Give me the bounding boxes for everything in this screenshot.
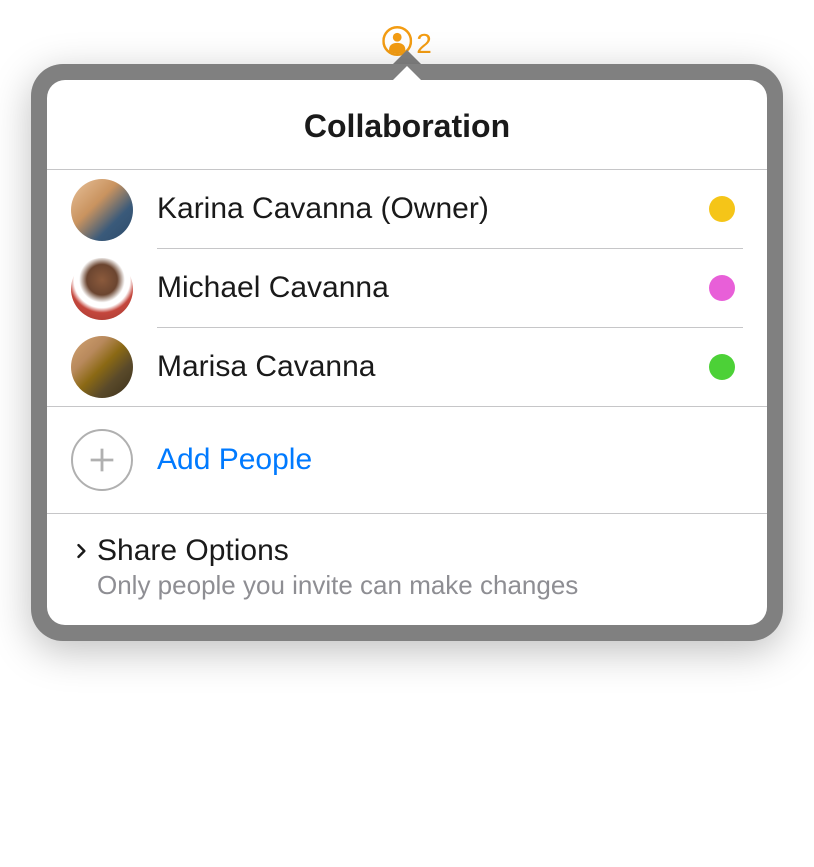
avatar (71, 179, 133, 241)
avatar (71, 336, 133, 398)
add-people-button[interactable]: Add People (47, 406, 767, 514)
participant-row[interactable]: Michael Cavanna (71, 249, 743, 328)
share-options-button[interactable]: Share Options Only people you invite can… (47, 514, 767, 625)
avatar (71, 258, 133, 320)
popover-frame: Collaboration Karina Cavanna (Owner) Mic… (31, 64, 783, 641)
add-people-label: Add People (157, 443, 312, 477)
participant-name: Marisa Cavanna (157, 350, 375, 384)
popover-title: Collaboration (47, 80, 767, 170)
participant-row[interactable]: Marisa Cavanna (71, 328, 743, 406)
participant-name: Karina Cavanna (Owner) (157, 192, 489, 226)
popover-arrow-inner (391, 66, 423, 82)
participant-name: Michael Cavanna (157, 271, 389, 305)
plus-icon (71, 429, 133, 491)
status-dot (709, 275, 735, 301)
share-options-subtitle: Only people you invite can make changes (97, 570, 743, 601)
status-dot (709, 354, 735, 380)
participants-list: Karina Cavanna (Owner) Michael Cavanna M… (47, 170, 767, 406)
participant-row-owner[interactable]: Karina Cavanna (Owner) (71, 170, 743, 249)
status-dot (709, 196, 735, 222)
chevron-right-icon (71, 541, 91, 561)
share-options-title: Share Options (97, 534, 289, 568)
collaboration-popover: Collaboration Karina Cavanna (Owner) Mic… (47, 80, 767, 625)
